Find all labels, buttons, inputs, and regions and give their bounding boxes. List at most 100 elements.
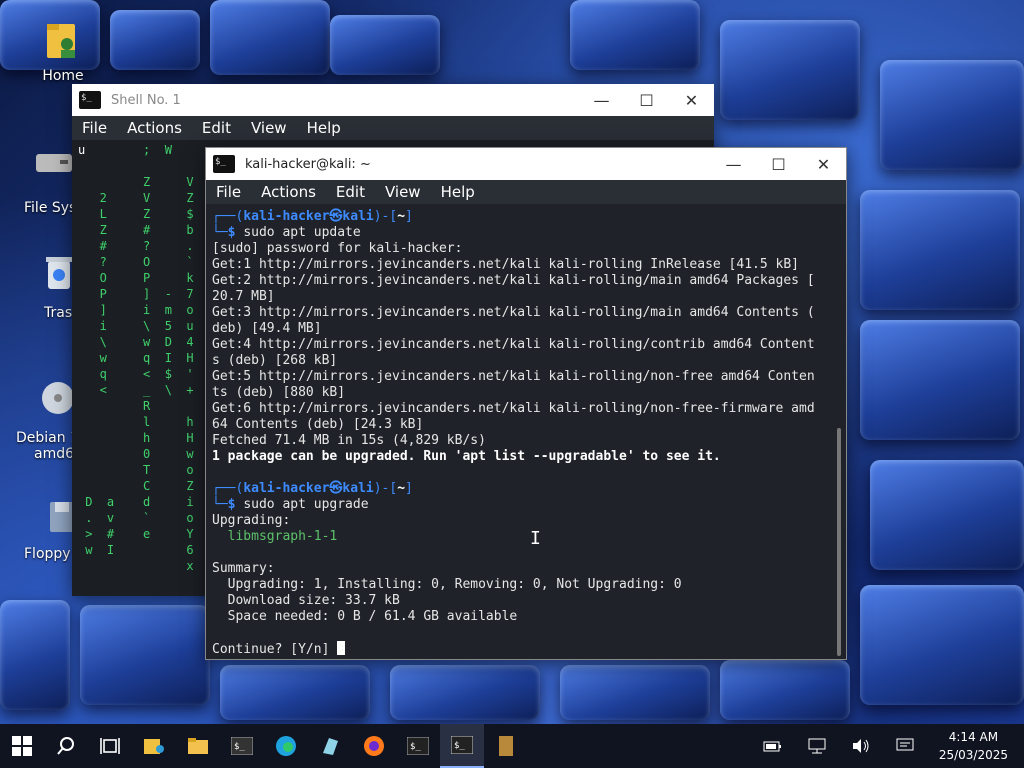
- task-view-icon: [100, 738, 120, 754]
- volume-icon: [852, 739, 869, 753]
- summary-label: Summary:: [212, 561, 275, 576]
- continue-prompt: Continue? [Y/n]: [212, 642, 338, 657]
- minimize-button[interactable]: —: [579, 84, 624, 116]
- summary-line: Download size: 33.7 kB: [212, 593, 400, 608]
- windows-icon: [12, 736, 32, 756]
- drive-icon: [34, 150, 74, 194]
- output-line: s (deb) [268 kB]: [212, 353, 338, 368]
- menu-actions[interactable]: Actions: [127, 119, 182, 137]
- clock-time: 4:14 AM: [948, 730, 999, 744]
- minimize-button[interactable]: —: [711, 148, 756, 180]
- terminal-icon: $_: [407, 737, 429, 755]
- terminal-icon: $_: [451, 736, 473, 754]
- output-line: ts (deb) [880 kB]: [212, 385, 346, 400]
- close-button[interactable]: ✕: [669, 84, 714, 116]
- desktop-icon-label: Home: [42, 68, 84, 84]
- taskbar-app[interactable]: [308, 724, 352, 768]
- terminal-output[interactable]: ┌──(kali-hacker㉿kali)-[~] └─$ sudo apt u…: [206, 205, 846, 659]
- menu-actions[interactable]: Actions: [261, 183, 316, 201]
- svg-text:$_: $_: [410, 742, 421, 752]
- package-name: libmsgraph-1-1: [212, 529, 338, 544]
- output-line: Get:4 http://mirrors.jevincanders.net/ka…: [212, 337, 815, 352]
- menu-view[interactable]: View: [251, 119, 287, 137]
- search-icon: [57, 737, 74, 755]
- prompt-dir: ~: [397, 481, 406, 496]
- scrollbar[interactable]: [837, 428, 841, 656]
- prompt-dir: ~: [397, 209, 406, 224]
- taskbar-folder[interactable]: [176, 724, 220, 768]
- task-view-button[interactable]: [88, 724, 132, 768]
- taskbar-archive[interactable]: [484, 724, 528, 768]
- taskbar: $_ $_ $_ 4:14 AM 25/03/2025: [0, 724, 1024, 768]
- output-line: Fetched 71.4 MB in 15s (4,829 kB/s): [212, 433, 486, 448]
- folder-icon: [188, 738, 208, 754]
- shell1-titlebar[interactable]: $_ Shell No. 1 — ☐ ✕: [72, 84, 714, 116]
- desktop-icon-home[interactable]: Home: [18, 18, 108, 84]
- menu-help[interactable]: Help: [307, 119, 341, 137]
- taskbar-terminal-1[interactable]: $_: [220, 724, 264, 768]
- tray-volume[interactable]: [839, 724, 883, 768]
- folder-user-icon: [144, 739, 164, 754]
- home-folder-icon: [43, 18, 83, 62]
- kali-title: kali-hacker@kali: ~: [245, 156, 371, 172]
- taskbar-terminal-3[interactable]: $_: [440, 724, 484, 768]
- tray-network[interactable]: [795, 724, 839, 768]
- prompt-user: kali-hacker: [243, 209, 330, 224]
- output-line: Get:5 http://mirrors.jevincanders.net/ka…: [212, 369, 815, 384]
- summary-line: Space needed: 0 B / 61.4 GB available: [212, 609, 518, 624]
- prompt-user: kali-hacker: [243, 481, 330, 496]
- crystal-app-icon: [323, 738, 338, 755]
- output-line: Get:3 http://mirrors.jevincanders.net/ka…: [212, 305, 815, 320]
- edge-browser-icon: [276, 736, 296, 756]
- output-line: 20.7 MB]: [212, 289, 275, 304]
- output-line: deb) [49.4 MB]: [212, 321, 322, 336]
- matrix-rain: u ; W l Z V = 2 V Z C L Z $ ^ Z # b I # …: [78, 143, 223, 573]
- taskbar-file-manager[interactable]: [132, 724, 176, 768]
- menu-help[interactable]: Help: [441, 183, 475, 201]
- shell1-menubar: File Actions Edit View Help: [72, 116, 714, 140]
- output-line: [sudo] password for kali-hacker:: [212, 241, 463, 256]
- summary-line: Upgrading: 1, Installing: 0, Removing: 0…: [212, 577, 682, 592]
- tray-notifications[interactable]: [883, 724, 927, 768]
- system-tray: 4:14 AM 25/03/2025: [751, 724, 1024, 768]
- prompt-host: kali: [342, 481, 374, 496]
- firefox-icon: [364, 736, 384, 756]
- search-button[interactable]: [44, 724, 88, 768]
- menu-view[interactable]: View: [385, 183, 421, 201]
- terminal-icon: $_: [213, 155, 235, 173]
- kali-titlebar[interactable]: $_ kali-hacker@kali: ~ — ☐ ✕: [206, 148, 846, 180]
- clock-date: 25/03/2025: [938, 748, 1008, 762]
- maximize-button[interactable]: ☐: [756, 148, 801, 180]
- output-line: Get:2 http://mirrors.jevincanders.net/ka…: [212, 273, 815, 288]
- chat-bubble-icon: [896, 738, 914, 751]
- prompt-host: kali: [342, 209, 374, 224]
- maximize-button[interactable]: ☐: [624, 84, 669, 116]
- taskbar-terminal-2[interactable]: $_: [396, 724, 440, 768]
- command-1: sudo apt update: [243, 225, 361, 240]
- upgrading-label: Upgrading:: [212, 513, 291, 528]
- command-2: sudo apt upgrade: [243, 497, 369, 512]
- menu-edit[interactable]: Edit: [336, 183, 365, 201]
- svg-text:$_: $_: [234, 742, 245, 752]
- kali-terminal-window[interactable]: $_ kali-hacker@kali: ~ — ☐ ✕ File Action…: [205, 147, 847, 660]
- ibeam-cursor-icon: I: [530, 528, 541, 549]
- output-line: 64 Contents (deb) [24.3 kB]: [212, 417, 424, 432]
- output-line: Get:1 http://mirrors.jevincanders.net/ka…: [212, 257, 799, 272]
- network-icon: [808, 738, 826, 754]
- menu-file[interactable]: File: [216, 183, 241, 201]
- battery-icon: [763, 741, 781, 752]
- terminal-icon: $_: [79, 91, 101, 109]
- menu-edit[interactable]: Edit: [202, 119, 231, 137]
- clock[interactable]: 4:14 AM 25/03/2025: [927, 728, 1024, 764]
- close-button[interactable]: ✕: [801, 148, 846, 180]
- taskbar-edge[interactable]: [264, 724, 308, 768]
- svg-text:$_: $_: [454, 741, 465, 751]
- output-line: Get:6 http://mirrors.jevincanders.net/ka…: [212, 401, 815, 416]
- archive-icon: [499, 736, 513, 756]
- menu-file[interactable]: File: [82, 119, 107, 137]
- text-cursor: [337, 641, 346, 655]
- tray-battery[interactable]: [751, 724, 795, 768]
- start-button[interactable]: [0, 724, 44, 768]
- shell1-title: Shell No. 1: [111, 92, 181, 108]
- taskbar-firefox[interactable]: [352, 724, 396, 768]
